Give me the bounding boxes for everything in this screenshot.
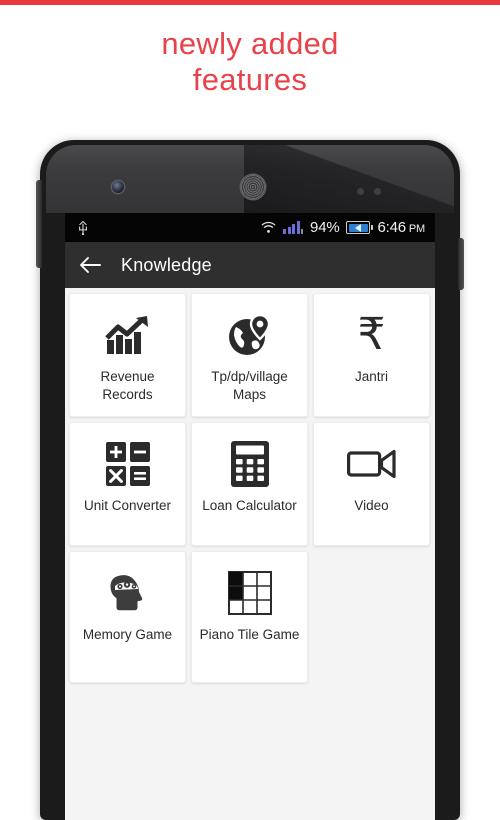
calculator-icon: [230, 439, 269, 489]
clock-ampm: PM: [408, 223, 425, 235]
battery-percent-label: 94%: [310, 219, 340, 236]
math-operators-icon: [105, 439, 150, 489]
status-bar-right: 94% 6:46 PM: [261, 219, 425, 236]
tile-piano-tile-game[interactable]: Piano Tile Game: [191, 551, 308, 683]
tile-label: Unit Converter: [83, 498, 172, 513]
tile-loan-calculator[interactable]: Loan Calculator: [191, 422, 308, 546]
promo-line-1: newly added: [161, 26, 339, 61]
front-camera-icon: [112, 181, 124, 193]
video-camera-icon: [346, 439, 397, 489]
tile-label: Jantri: [354, 369, 388, 384]
tile-unit-converter[interactable]: Unit Converter: [69, 422, 186, 546]
usb-icon: [79, 220, 87, 235]
arrow-left-icon[interactable]: [79, 256, 101, 274]
tile-tp-dp-village-maps[interactable]: Tp/dp/village Maps: [191, 293, 308, 417]
status-bar: 94% 6:46 PM: [65, 213, 435, 242]
status-bar-left: [77, 220, 261, 235]
promo-heading: newly added features: [0, 26, 500, 98]
battery-charging-icon: [346, 221, 373, 234]
top-accent-bar: [0, 0, 500, 5]
phone-mockup: 94% 6:46 PM Knowledge Revenue Records Tp…: [36, 140, 464, 820]
tile-label: Tp/dp/village Maps: [211, 369, 288, 402]
ambient-light-sensor-icon: [374, 188, 381, 195]
feature-grid: Revenue Records Tp/dp/village Maps ₹ Jan…: [65, 288, 435, 683]
promo-line-2: features: [192, 62, 308, 97]
tile-jantri[interactable]: ₹ Jantri: [313, 293, 430, 417]
app-bar: Knowledge: [65, 242, 435, 288]
page-title: Knowledge: [121, 254, 212, 275]
chart-growth-icon: [104, 310, 151, 360]
status-bar-clock: 6:46 PM: [377, 219, 425, 236]
tile-label: Video: [354, 498, 389, 513]
globe-map-pin-icon: [227, 310, 273, 360]
phone-screen: 94% 6:46 PM Knowledge Revenue Records Tp…: [65, 213, 435, 820]
tile-memory-game[interactable]: Memory Game: [69, 551, 186, 683]
tile-revenue-records[interactable]: Revenue Records: [69, 293, 186, 417]
power-button[interactable]: [458, 238, 464, 290]
volume-rocker-button[interactable]: [36, 180, 42, 268]
wifi-icon: [261, 221, 276, 233]
phone-top-bezel: [46, 145, 454, 213]
clock-time: 6:46: [377, 219, 406, 236]
head-gears-icon: [106, 568, 150, 618]
tile-grid-icon: [227, 568, 272, 618]
rupee-icon: ₹: [357, 309, 386, 360]
tile-label: Piano Tile Game: [199, 627, 300, 642]
tile-label: Loan Calculator: [202, 498, 297, 513]
proximity-sensor-icon: [357, 188, 364, 195]
tile-label: Memory Game: [82, 627, 173, 642]
bezel-glare: [244, 145, 454, 213]
cellular-signal-icon: [283, 221, 304, 234]
earpiece-speaker-icon: [241, 175, 265, 199]
tile-video[interactable]: Video: [313, 422, 430, 546]
tile-label: Revenue Records: [100, 369, 155, 402]
